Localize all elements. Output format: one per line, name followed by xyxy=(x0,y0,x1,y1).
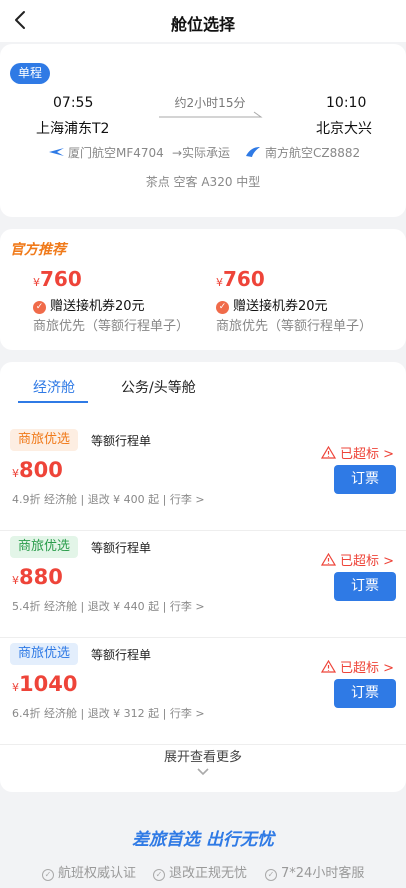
recommend-price: ¥760 xyxy=(216,267,265,291)
recommend-item[interactable]: ¥760 ✓ 赠送接机券20元 商旅优先（等额行程单子） xyxy=(33,267,223,347)
operated-label: →实际承运 xyxy=(172,146,231,160)
xiamen-airlines-logo-icon xyxy=(49,148,64,156)
fare-price: ¥800 xyxy=(12,458,63,482)
fare-row: 商旅优选 等额行程单 ¥800 4.9折 经济舱 | 退改 ¥ 400 起 | … xyxy=(0,424,406,531)
footer-slogan: 差旅首选 出行无忧 xyxy=(132,830,274,850)
gift-coupon: ✓ 赠送接机券20元 xyxy=(33,295,145,314)
assurance-item: ✓ 退改正规无忧 xyxy=(153,862,247,881)
arrive-time: 10:10 xyxy=(326,95,367,111)
warning-icon xyxy=(320,660,336,673)
marketing-carrier: 厦门航空MF4704 xyxy=(68,146,164,160)
fare-tag: 商旅优选 xyxy=(10,536,79,558)
fare-note: 等额行程单 xyxy=(91,434,152,448)
gift-coupon: ✓ 赠送接机券20元 xyxy=(216,295,328,314)
recommend-desc: 商旅优先（等额行程单子） xyxy=(216,319,373,334)
fare-tag: 商旅优选 xyxy=(10,429,79,451)
cabin-list-card: 经济舱 公务/头等舱 商旅优选 等额行程单 ¥800 4.9折 经济舱 | 退改… xyxy=(0,362,406,792)
flight-duration: 约2小时15分 xyxy=(174,96,246,110)
fare-row: 商旅优选 等额行程单 ¥1040 6.4折 经济舱 | 退改 ¥ 312 起 |… xyxy=(0,638,406,745)
fare-note: 等额行程单 xyxy=(91,541,152,555)
check-circle-icon: ✓ xyxy=(216,301,229,314)
fare-price: ¥880 xyxy=(12,565,63,589)
official-recommend-card: 官方推荐 ¥760 ✓ 赠送接机券20元 商旅优先（等额行程单子） ¥760 ✓ 赠… xyxy=(0,229,406,350)
fare-detail[interactable]: 6.4折 经济舱 | 退改 ¥ 312 起 | 行李 > xyxy=(12,705,205,721)
show-more-button[interactable]: 展开查看更多 xyxy=(0,746,406,765)
recommend-price: ¥760 xyxy=(33,267,82,291)
over-standard-link[interactable]: 已超标 > xyxy=(320,657,394,676)
nav-bar: 舱位选择 xyxy=(0,0,406,42)
check-circle-icon: ✓ xyxy=(33,301,46,314)
page-title: 舱位选择 xyxy=(170,15,235,34)
depart-time: 07:55 xyxy=(53,95,94,111)
duration-arrow-icon xyxy=(159,111,263,118)
carrier-row: 厦门航空MF4704 →实际承运 南方航空CZ8882 xyxy=(0,143,406,161)
operating-carrier: 南方航空CZ8882 xyxy=(265,146,361,160)
over-standard-link[interactable]: 已超标 > xyxy=(320,550,394,569)
recommend-item[interactable]: ¥760 ✓ 赠送接机券20元 商旅优先（等额行程单子） xyxy=(216,267,406,347)
warning-icon xyxy=(320,553,336,566)
book-button[interactable]: 订票 xyxy=(334,572,396,601)
recommend-desc: 商旅优先（等额行程单子） xyxy=(33,319,190,334)
fare-tag: 商旅优选 xyxy=(10,643,79,665)
depart-airport: 上海浦东T2 xyxy=(36,121,110,137)
active-tab-indicator xyxy=(18,401,88,403)
tab-business-first[interactable]: 公务/头等舱 xyxy=(121,377,196,401)
assurance-row: ✓ 航班权威认证 ✓ 退改正规无忧 ✓ 7*24小时客服 xyxy=(0,862,406,881)
check-circle-icon: ✓ xyxy=(42,869,54,881)
recommend-title: 官方推荐 xyxy=(10,242,66,258)
aircraft-info: 茶点 空客 A320 中型 xyxy=(145,175,261,189)
check-circle-icon: ✓ xyxy=(153,869,165,881)
tab-economy[interactable]: 经济舱 xyxy=(33,377,75,401)
fare-detail[interactable]: 5.4折 经济舱 | 退改 ¥ 440 起 | 行李 > xyxy=(12,598,205,614)
fare-note: 等额行程单 xyxy=(91,648,152,662)
trip-type-badge: 单程 xyxy=(10,63,51,84)
warning-icon xyxy=(320,446,336,459)
flight-info-card: 单程 07:55 上海浦东T2 约2小时15分 10:10 北京大兴 厦门航空M… xyxy=(0,44,406,217)
assurance-item: ✓ 航班权威认证 xyxy=(42,862,136,881)
over-standard-link[interactable]: 已超标 > xyxy=(320,443,394,462)
fare-price: ¥1040 xyxy=(12,672,78,696)
check-circle-icon: ✓ xyxy=(265,869,277,881)
arrive-airport: 北京大兴 xyxy=(316,121,372,137)
book-button[interactable]: 订票 xyxy=(334,465,396,494)
book-button[interactable]: 订票 xyxy=(334,679,396,708)
fare-detail[interactable]: 4.9折 经济舱 | 退改 ¥ 400 起 | 行李 > xyxy=(12,491,205,507)
chevron-down-icon[interactable] xyxy=(196,767,210,777)
assurance-item: ✓ 7*24小时客服 xyxy=(265,862,364,881)
china-southern-logo-icon xyxy=(246,147,260,157)
fare-row: 商旅优选 等额行程单 ¥880 5.4折 经济舱 | 退改 ¥ 440 起 | … xyxy=(0,531,406,638)
